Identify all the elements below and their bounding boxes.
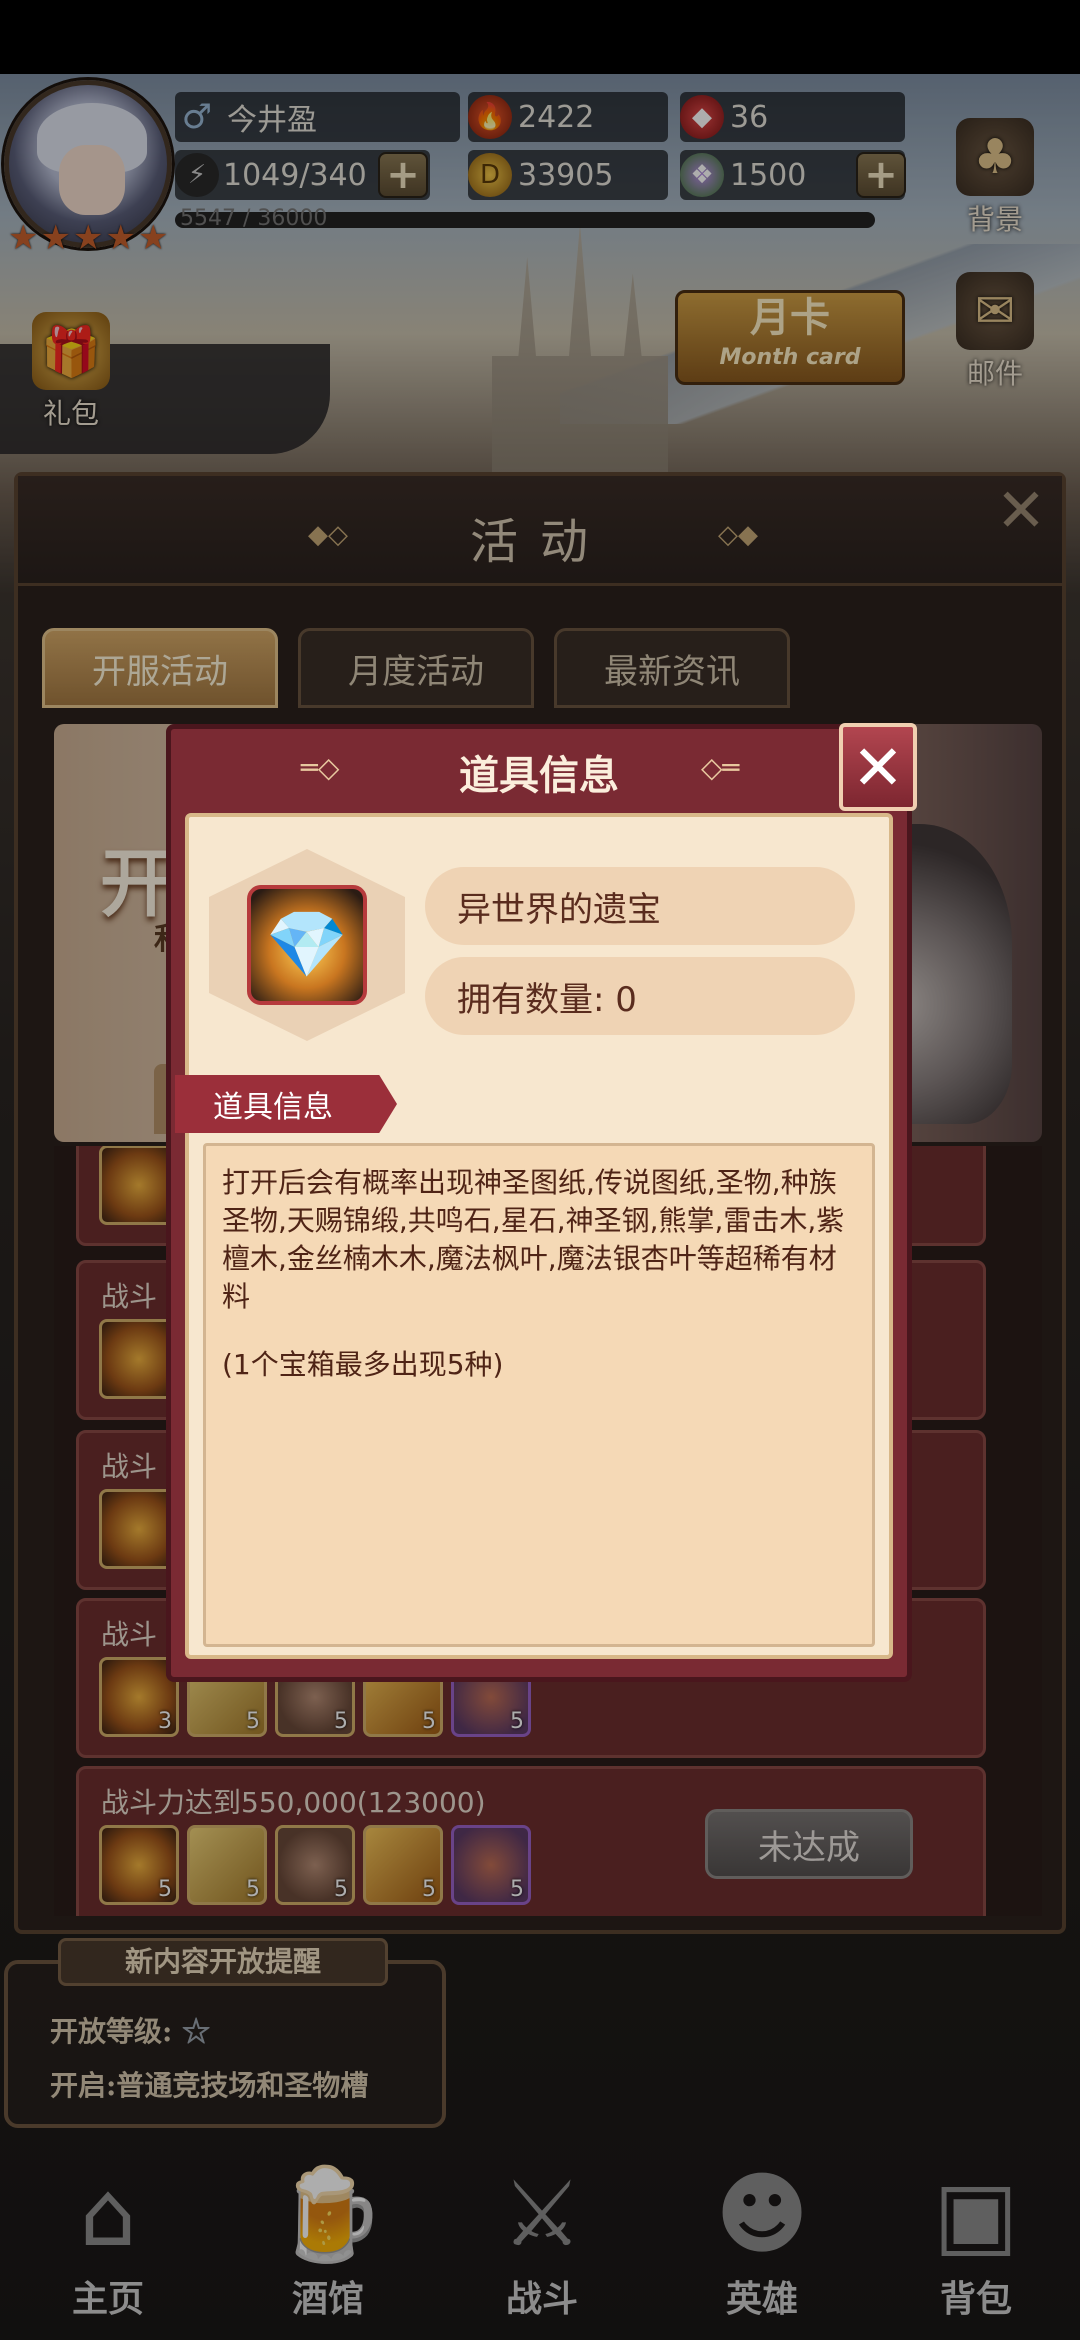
item-owned-count: 拥有数量: 0 [425,957,855,1035]
item-name: 异世界的遗宝 [425,867,855,945]
description-note: (1个宝箱最多出现5种) [222,1348,504,1381]
modal-body: 💎 异世界的遗宝 拥有数量: 0 道具信息 打开后会有概率出现神圣图纸,传说图纸… [175,813,893,1659]
modal-title: 道具信息 [459,752,619,799]
item-description: 打开后会有概率出现神圣图纸,传说图纸,圣物,种族圣物,天赐锦缎,共鸣石,星石,神… [203,1143,875,1647]
close-icon[interactable]: ✕ [839,723,917,811]
item-info-modal: ═◇ 道具信息 ◇═ ✕ 💎 异世界的遗宝 拥有数量: 0 道具信息 打开后会有… [166,723,917,1682]
status-bar [0,0,1080,74]
section-ribbon: 道具信息 [175,1075,397,1133]
description-text: 打开后会有概率出现神圣图纸,传说图纸,圣物,种族圣物,天赐锦缎,共鸣石,星石,神… [222,1166,845,1313]
ornament-right: ◇═ [701,751,740,784]
treasure-chest-icon: 💎 [247,885,367,1005]
